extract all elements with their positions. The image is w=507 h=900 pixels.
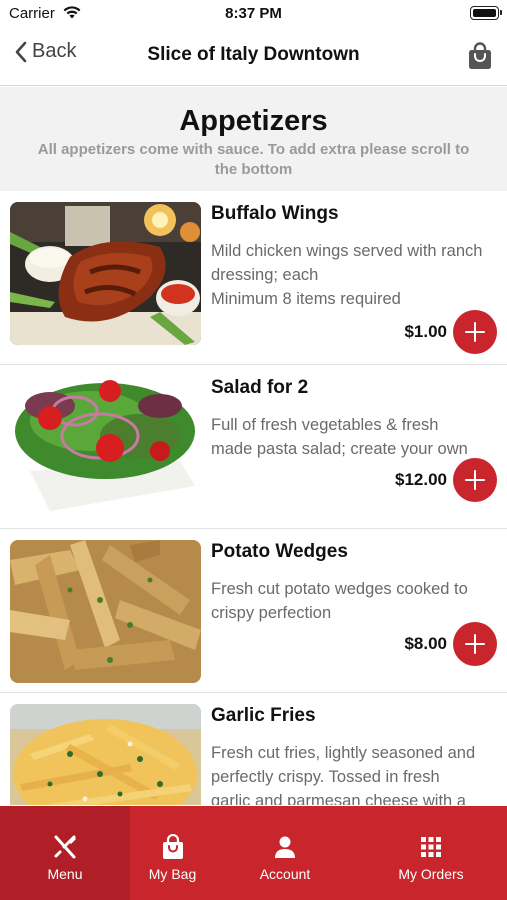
- add-to-bag-button[interactable]: [453, 458, 497, 502]
- item-name: Potato Wedges: [211, 541, 348, 562]
- clock: 8:37 PM: [225, 5, 282, 22]
- tab-label: Account: [259, 866, 311, 882]
- item-description-line: Full of fresh vegetables & fresh: [211, 416, 439, 434]
- bag-button[interactable]: [467, 42, 493, 70]
- item-description-line: Mild chicken wings served with ranch dre…: [211, 242, 483, 284]
- section-title: Appetizers: [179, 105, 328, 137]
- tab-label: My Bag: [148, 866, 197, 882]
- page-title: Slice of Italy Downtown: [147, 44, 360, 65]
- garlic-fries-photo: [10, 704, 201, 805]
- battery-icon: [470, 6, 502, 20]
- tab-label: My Orders: [398, 866, 464, 882]
- bag-icon: [469, 42, 491, 69]
- item-description: Fresh cut potato wedges cooked to crispy…: [211, 577, 501, 625]
- bag-icon: [162, 834, 183, 859]
- item-name: Salad for 2: [211, 377, 309, 398]
- tab-account[interactable]: Account: [215, 806, 355, 900]
- item-description: Mild chicken wings served with ranch dre…: [211, 239, 501, 311]
- menu-item[interactable]: Salad for 2 Full of fresh vegetables & f…: [0, 365, 507, 529]
- salad-photo: [10, 376, 201, 519]
- section-header: Appetizers All appetizers come with sauc…: [0, 87, 507, 191]
- add-to-bag-button[interactable]: [453, 310, 497, 354]
- item-price: $8.00: [404, 634, 447, 653]
- grid-icon: [421, 837, 441, 857]
- tab-label: Menu: [47, 866, 83, 882]
- item-name: Buffalo Wings: [211, 203, 339, 224]
- add-to-bag-button[interactable]: [453, 622, 497, 666]
- item-description-line: made pasta salad; create your own: [211, 440, 468, 458]
- person-icon: [275, 836, 295, 858]
- item-description-line: Fresh cut potato wedges cooked to: [211, 580, 468, 598]
- tab-my-orders[interactable]: My Orders: [355, 806, 507, 900]
- tab-my-bag[interactable]: My Bag: [130, 806, 215, 900]
- tab-bar: Menu My Bag Account My Orders: [0, 806, 507, 900]
- item-description-line: Minimum 8 items required: [211, 290, 401, 308]
- tab-menu[interactable]: Menu: [0, 806, 130, 900]
- item-price: $12.00: [395, 470, 447, 489]
- item-description-line: perfectly crispy. Tossed in fresh: [211, 768, 440, 786]
- item-description-line: garlic and parmesan cheese with a: [211, 792, 466, 805]
- potato-wedges-photo: [10, 540, 201, 683]
- item-description: Full of fresh vegetables & fresh made pa…: [211, 413, 501, 461]
- item-price: $1.00: [404, 322, 447, 341]
- nav-bar: Back Slice of Italy Downtown: [0, 28, 507, 86]
- status-bar: Carrier 8:37 PM: [0, 0, 507, 28]
- menu-item[interactable]: Buffalo Wings Mild chicken wings served …: [0, 191, 507, 365]
- menu-item[interactable]: Garlic Fries Fresh cut fries, lightly se…: [0, 693, 507, 805]
- section-subtitle: All appetizers come with sauce. To add e…: [37, 141, 470, 178]
- menu-list[interactable]: Buffalo Wings Mild chicken wings served …: [0, 191, 507, 805]
- item-description-line: crispy perfection: [211, 604, 332, 622]
- item-name: Garlic Fries: [211, 705, 316, 726]
- fork-knife-icon: [54, 835, 76, 859]
- item-description: Fresh cut fries, lightly seasoned and pe…: [211, 741, 501, 805]
- item-description-line: Fresh cut fries, lightly seasoned and: [211, 744, 476, 762]
- menu-item[interactable]: Potato Wedges Fresh cut potato wedges co…: [0, 529, 507, 693]
- buffalo-wings-photo: [10, 202, 201, 345]
